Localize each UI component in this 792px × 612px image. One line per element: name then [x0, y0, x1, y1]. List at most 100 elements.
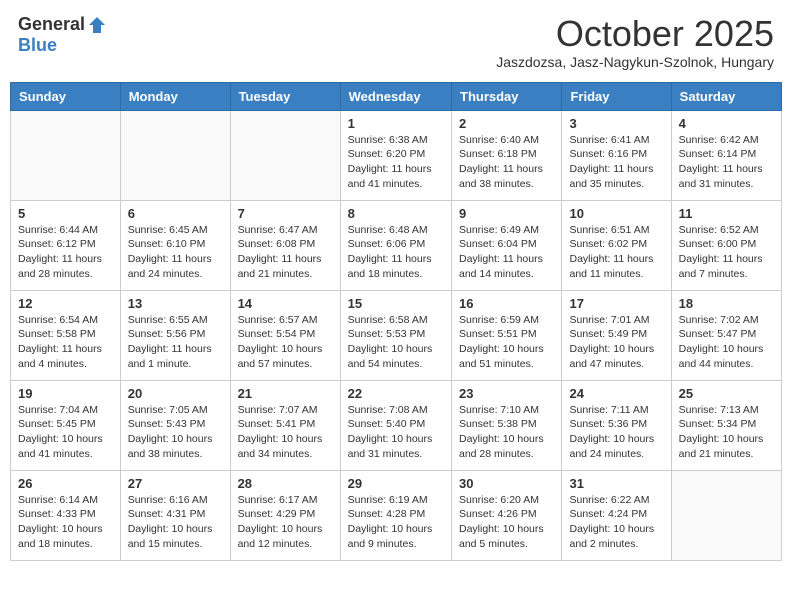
day-number: 9	[459, 206, 554, 221]
calendar-cell: 28 Sunrise: 6:17 AM Sunset: 4:29 PM Dayli…	[230, 470, 340, 560]
calendar-week-row: 1 Sunrise: 6:38 AM Sunset: 6:20 PM Daylig…	[11, 110, 782, 200]
calendar-cell: 27Sunrise: 6:16 AM Sunset: 4:31 PM Dayli…	[120, 470, 230, 560]
day-number: 18	[679, 296, 774, 311]
day-info: Sunrise: 6:22 AM Sunset: 4:24 PM Dayligh…	[569, 493, 663, 552]
calendar-cell: 21Sunrise: 7:07 AM Sunset: 5:41 PM Dayli…	[230, 380, 340, 470]
day-info: Sunrise: 6:42 AM Sunset: 6:14 PM Dayligh…	[679, 133, 774, 192]
calendar-table: SundayMondayTuesdayWednesdayThursdayFrid…	[10, 82, 782, 561]
day-info: Sunrise: 6:58 AM Sunset: 5:53 PM Dayligh…	[348, 313, 444, 372]
day-info: Sunrise: 7:04 AM Sunset: 5:45 PM Dayligh…	[18, 403, 113, 462]
calendar-cell: 2 Sunrise: 6:40 AM Sunset: 6:18 PM Daylig…	[452, 110, 562, 200]
day-number: 10	[569, 206, 663, 221]
calendar-header-row: SundayMondayTuesdayWednesdayThursdayFrid…	[11, 82, 782, 110]
day-info: Sunrise: 6:51 AM Sunset: 6:02 PM Dayligh…	[569, 223, 663, 282]
calendar-cell	[11, 110, 121, 200]
calendar-cell: 26 Sunrise: 6:14 AM Sunset: 4:33 PM Dayli…	[11, 470, 121, 560]
day-number: 22	[348, 386, 444, 401]
calendar-cell: 8 Sunrise: 6:48 AM Sunset: 6:06 PM Daylig…	[340, 200, 451, 290]
day-number: 26	[18, 476, 113, 491]
day-info: Sunrise: 7:01 AM Sunset: 5:49 PM Dayligh…	[569, 313, 663, 372]
day-info: Sunrise: 6:19 AM Sunset: 4:28 PM Dayligh…	[348, 493, 444, 552]
calendar-cell: 12Sunrise: 6:54 AM Sunset: 5:58 PM Dayli…	[11, 290, 121, 380]
logo-general-text: General	[18, 14, 85, 35]
calendar-week-row: 12Sunrise: 6:54 AM Sunset: 5:58 PM Dayli…	[11, 290, 782, 380]
calendar-cell: 13 Sunrise: 6:55 AM Sunset: 5:56 PM Dayli…	[120, 290, 230, 380]
month-title: October 2025	[496, 14, 774, 54]
day-info: Sunrise: 6:49 AM Sunset: 6:04 PM Dayligh…	[459, 223, 554, 282]
day-info: Sunrise: 7:13 AM Sunset: 5:34 PM Dayligh…	[679, 403, 774, 462]
day-info: Sunrise: 6:55 AM Sunset: 5:56 PM Dayligh…	[128, 313, 223, 372]
column-header-friday: Friday	[562, 82, 671, 110]
calendar-cell: 22 Sunrise: 7:08 AM Sunset: 5:40 PM Dayli…	[340, 380, 451, 470]
day-number: 24	[569, 386, 663, 401]
day-info: Sunrise: 7:08 AM Sunset: 5:40 PM Dayligh…	[348, 403, 444, 462]
day-number: 2	[459, 116, 554, 131]
calendar-cell: 1 Sunrise: 6:38 AM Sunset: 6:20 PM Daylig…	[340, 110, 451, 200]
day-info: Sunrise: 6:17 AM Sunset: 4:29 PM Dayligh…	[238, 493, 333, 552]
day-info: Sunrise: 6:59 AM Sunset: 5:51 PM Dayligh…	[459, 313, 554, 372]
location-subtitle: Jaszdozsa, Jasz-Nagykun-Szolnok, Hungary	[496, 54, 774, 70]
day-number: 20	[128, 386, 223, 401]
column-header-wednesday: Wednesday	[340, 82, 451, 110]
column-header-saturday: Saturday	[671, 82, 781, 110]
day-info: Sunrise: 6:52 AM Sunset: 6:00 PM Dayligh…	[679, 223, 774, 282]
day-number: 6	[128, 206, 223, 221]
calendar-week-row: 26 Sunrise: 6:14 AM Sunset: 4:33 PM Dayli…	[11, 470, 782, 560]
calendar-cell: 19 Sunrise: 7:04 AM Sunset: 5:45 PM Dayli…	[11, 380, 121, 470]
day-info: Sunrise: 6:14 AM Sunset: 4:33 PM Dayligh…	[18, 493, 113, 552]
day-number: 28	[238, 476, 333, 491]
calendar-cell: 31 Sunrise: 6:22 AM Sunset: 4:24 PM Dayli…	[562, 470, 671, 560]
column-header-sunday: Sunday	[11, 82, 121, 110]
day-number: 15	[348, 296, 444, 311]
day-info: Sunrise: 6:38 AM Sunset: 6:20 PM Dayligh…	[348, 133, 444, 192]
calendar-cell: 17Sunrise: 7:01 AM Sunset: 5:49 PM Dayli…	[562, 290, 671, 380]
day-number: 27	[128, 476, 223, 491]
day-number: 4	[679, 116, 774, 131]
calendar-cell: 10 Sunrise: 6:51 AM Sunset: 6:02 PM Dayli…	[562, 200, 671, 290]
logo-blue-text: Blue	[18, 35, 57, 56]
column-header-thursday: Thursday	[452, 82, 562, 110]
day-info: Sunrise: 6:47 AM Sunset: 6:08 PM Dayligh…	[238, 223, 333, 282]
day-info: Sunrise: 7:10 AM Sunset: 5:38 PM Dayligh…	[459, 403, 554, 462]
day-number: 1	[348, 116, 444, 131]
calendar-cell	[671, 470, 781, 560]
calendar-cell: 4 Sunrise: 6:42 AM Sunset: 6:14 PM Daylig…	[671, 110, 781, 200]
calendar-cell: 3Sunrise: 6:41 AM Sunset: 6:16 PM Daylig…	[562, 110, 671, 200]
day-number: 3	[569, 116, 663, 131]
calendar-cell	[120, 110, 230, 200]
day-info: Sunrise: 6:45 AM Sunset: 6:10 PM Dayligh…	[128, 223, 223, 282]
calendar-cell: 16Sunrise: 6:59 AM Sunset: 5:51 PM Dayli…	[452, 290, 562, 380]
day-number: 23	[459, 386, 554, 401]
calendar-cell	[230, 110, 340, 200]
page-header: General Blue October 2025 Jaszdozsa, Jas…	[10, 10, 782, 74]
day-number: 30	[459, 476, 554, 491]
calendar-cell: 18 Sunrise: 7:02 AM Sunset: 5:47 PM Dayli…	[671, 290, 781, 380]
calendar-cell: 9 Sunrise: 6:49 AM Sunset: 6:04 PM Daylig…	[452, 200, 562, 290]
day-number: 13	[128, 296, 223, 311]
day-info: Sunrise: 7:11 AM Sunset: 5:36 PM Dayligh…	[569, 403, 663, 462]
calendar-cell: 29Sunrise: 6:19 AM Sunset: 4:28 PM Dayli…	[340, 470, 451, 560]
logo: General Blue	[18, 14, 107, 56]
day-number: 5	[18, 206, 113, 221]
column-header-monday: Monday	[120, 82, 230, 110]
calendar-cell: 20 Sunrise: 7:05 AM Sunset: 5:43 PM Dayli…	[120, 380, 230, 470]
day-info: Sunrise: 6:20 AM Sunset: 4:26 PM Dayligh…	[459, 493, 554, 552]
day-number: 31	[569, 476, 663, 491]
title-section: October 2025 Jaszdozsa, Jasz-Nagykun-Szo…	[496, 14, 774, 70]
day-number: 19	[18, 386, 113, 401]
day-info: Sunrise: 6:40 AM Sunset: 6:18 PM Dayligh…	[459, 133, 554, 192]
calendar-cell: 11Sunrise: 6:52 AM Sunset: 6:00 PM Dayli…	[671, 200, 781, 290]
day-number: 25	[679, 386, 774, 401]
day-info: Sunrise: 7:02 AM Sunset: 5:47 PM Dayligh…	[679, 313, 774, 372]
calendar-cell: 14Sunrise: 6:57 AM Sunset: 5:54 PM Dayli…	[230, 290, 340, 380]
day-number: 8	[348, 206, 444, 221]
calendar-cell: 6 Sunrise: 6:45 AM Sunset: 6:10 PM Daylig…	[120, 200, 230, 290]
calendar-cell: 24 Sunrise: 7:11 AM Sunset: 5:36 PM Dayli…	[562, 380, 671, 470]
day-number: 7	[238, 206, 333, 221]
day-info: Sunrise: 7:05 AM Sunset: 5:43 PM Dayligh…	[128, 403, 223, 462]
day-info: Sunrise: 6:54 AM Sunset: 5:58 PM Dayligh…	[18, 313, 113, 372]
calendar-cell: 25 Sunrise: 7:13 AM Sunset: 5:34 PM Dayli…	[671, 380, 781, 470]
day-info: Sunrise: 6:48 AM Sunset: 6:06 PM Dayligh…	[348, 223, 444, 282]
day-info: Sunrise: 7:07 AM Sunset: 5:41 PM Dayligh…	[238, 403, 333, 462]
calendar-cell: 7 Sunrise: 6:47 AM Sunset: 6:08 PM Daylig…	[230, 200, 340, 290]
